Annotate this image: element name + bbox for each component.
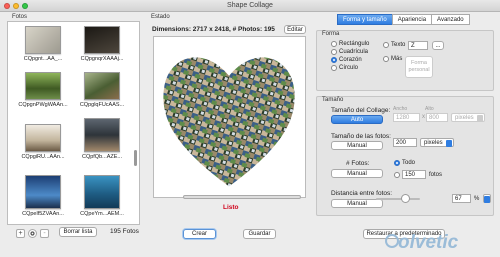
distance-manual-button[interactable]: Manual [331, 199, 383, 208]
list-item[interactable]: CQpgnPWgWAAn... [16, 72, 70, 108]
photo-count-label: # Fotos: [346, 160, 370, 167]
collage-size-auto-button[interactable]: Auto [331, 115, 383, 124]
distance-input[interactable]: 67 [452, 194, 471, 203]
photo-caption: CQpeYm...AEM... [80, 211, 124, 217]
photo-size-unit-value: pixeles [424, 139, 443, 146]
list-item[interactable]: CQpgnqrXAAAj... [75, 26, 129, 62]
custom-shape-button[interactable]: Forma personal [405, 56, 433, 78]
list-item[interactable]: CQpelf5ZVAAn... [16, 175, 70, 217]
radio-text-label: Texto [391, 42, 406, 48]
stepper-arrows-icon [484, 196, 490, 203]
photo-caption: CQpgiRU...AAn... [21, 154, 65, 160]
radio-circle-label: Círculo [339, 65, 359, 71]
photo-count-manual-button[interactable]: Manual [331, 169, 383, 178]
collage-unit-select[interactable]: pixeles [451, 113, 485, 122]
title-bar: Shape Collage [0, 0, 500, 12]
photo-size-unit-select[interactable]: pixeles [420, 138, 454, 147]
size-group-label: Tamaño [322, 97, 344, 103]
list-item[interactable]: CQpfQb...AZE... [75, 118, 129, 160]
distance-unit: % [474, 196, 480, 202]
photo-thumbnail [25, 124, 61, 152]
tab-forma-tamano[interactable]: Forma y tamaño [337, 14, 393, 25]
watermark-logo-icon [385, 234, 399, 248]
photo-thumbnail [25, 72, 61, 100]
height-label: Alto [425, 106, 434, 112]
photo-thumbnail [84, 118, 120, 152]
list-item[interactable]: CQpgiRU...AAn... [16, 124, 70, 160]
settings-tabs: Forma y tamaño Apariencia Avanzado [337, 14, 470, 25]
list-item[interactable]: CQpglqFUcAAS... [75, 72, 129, 108]
photo-thumbnail [84, 72, 120, 100]
watermark-text: olvetic [398, 232, 459, 253]
times-sign: x [422, 114, 425, 120]
radio-heart[interactable] [331, 57, 337, 63]
height-input[interactable]: 800 [426, 113, 448, 122]
photo-list[interactable]: CQpgnt...AA_... CQpgnqrXAAAj... CQpgnPWg… [7, 21, 140, 225]
radio-circle[interactable] [331, 65, 337, 71]
collage-unit-value: pixeles [455, 114, 474, 121]
photo-size-manual-button[interactable]: Manual [331, 141, 383, 150]
window-title: Shape Collage [227, 2, 273, 9]
radio-photo-count[interactable] [394, 172, 400, 178]
tab-avanzado[interactable]: Avanzado [431, 14, 470, 25]
photo-thumbnail [25, 175, 61, 209]
collage-preview [153, 36, 306, 198]
progress-bar [183, 195, 301, 199]
status-group-label: Estado [151, 14, 170, 20]
photos-group-label: Fotos [12, 14, 28, 20]
photo-thumbnail [25, 26, 61, 54]
photo-list-scrollbar[interactable] [133, 24, 138, 222]
tab-apariencia[interactable]: Apariencia [391, 14, 433, 25]
settings-menu-icon[interactable] [28, 229, 37, 238]
photo-caption: CQpglqFUcAAS... [79, 102, 125, 108]
list-item[interactable]: CQpgnt...AA_... [16, 26, 70, 62]
distance-stepper[interactable] [483, 194, 491, 203]
photo-caption: CQpelf5ZVAAn... [22, 211, 64, 217]
radio-all-photos[interactable] [394, 160, 400, 166]
create-button[interactable]: Crear [183, 229, 216, 239]
collage-dimensions: Dimensions: 2717 x 2418, # Photos: 195 [152, 26, 275, 33]
radio-grid[interactable] [331, 49, 337, 55]
collage-size-label: Tamaño del Collage: [331, 107, 391, 114]
photo-count-input[interactable]: 150 [402, 170, 426, 179]
remove-photo-button[interactable]: - [40, 229, 49, 238]
width-input[interactable]: 1280 [393, 113, 420, 122]
photo-count-unit: fotos [429, 172, 443, 178]
radio-more-label: Más [391, 56, 403, 62]
save-button[interactable]: Guardar [243, 229, 276, 239]
distance-label: Distancia entre fotos: [331, 190, 393, 197]
status-text: Listo [223, 204, 239, 211]
chevron-down-icon [477, 115, 483, 122]
width-label: Ancho [393, 106, 408, 112]
add-photo-button[interactable]: + [16, 229, 25, 238]
heart-collage-image [162, 56, 296, 188]
radio-heart-label: Corazón [339, 57, 362, 63]
distance-slider[interactable] [376, 198, 420, 200]
clear-list-button[interactable]: Borrar lista [59, 227, 97, 237]
photo-caption: CQpgnqrXAAAj... [80, 56, 124, 62]
photo-caption: CQpgnPWgWAAn... [18, 102, 68, 108]
scrollbar-thumb[interactable] [134, 150, 137, 166]
text-shape-input[interactable]: Z [408, 41, 428, 50]
distance-slider-knob[interactable] [400, 194, 410, 203]
chevron-down-icon [446, 140, 452, 147]
photo-size-label: Tamaño de las fotos: [331, 133, 391, 140]
radio-grid-label: Cuadrícula [339, 49, 369, 55]
photo-thumbnail [84, 175, 120, 209]
radio-all-photos-label: Todo [402, 160, 416, 166]
radio-rectangle[interactable] [331, 41, 337, 47]
radio-rectangle-label: Rectángulo [339, 41, 370, 47]
edit-button[interactable]: Editar [284, 25, 306, 34]
photo-caption: CQpfQb...AZE... [81, 154, 123, 160]
radio-text[interactable] [383, 42, 389, 48]
radio-more[interactable] [383, 56, 389, 62]
photo-count: 195 Fotos [110, 228, 139, 235]
shape-group-label: Forma [322, 31, 340, 37]
photo-size-input[interactable]: 200 [393, 138, 417, 147]
photo-thumbnail [84, 26, 120, 54]
list-item[interactable]: CQpeYm...AEM... [75, 175, 129, 217]
photo-caption: CQpgnt...AA_... [23, 56, 63, 62]
text-options-button[interactable]: ... [432, 41, 444, 50]
